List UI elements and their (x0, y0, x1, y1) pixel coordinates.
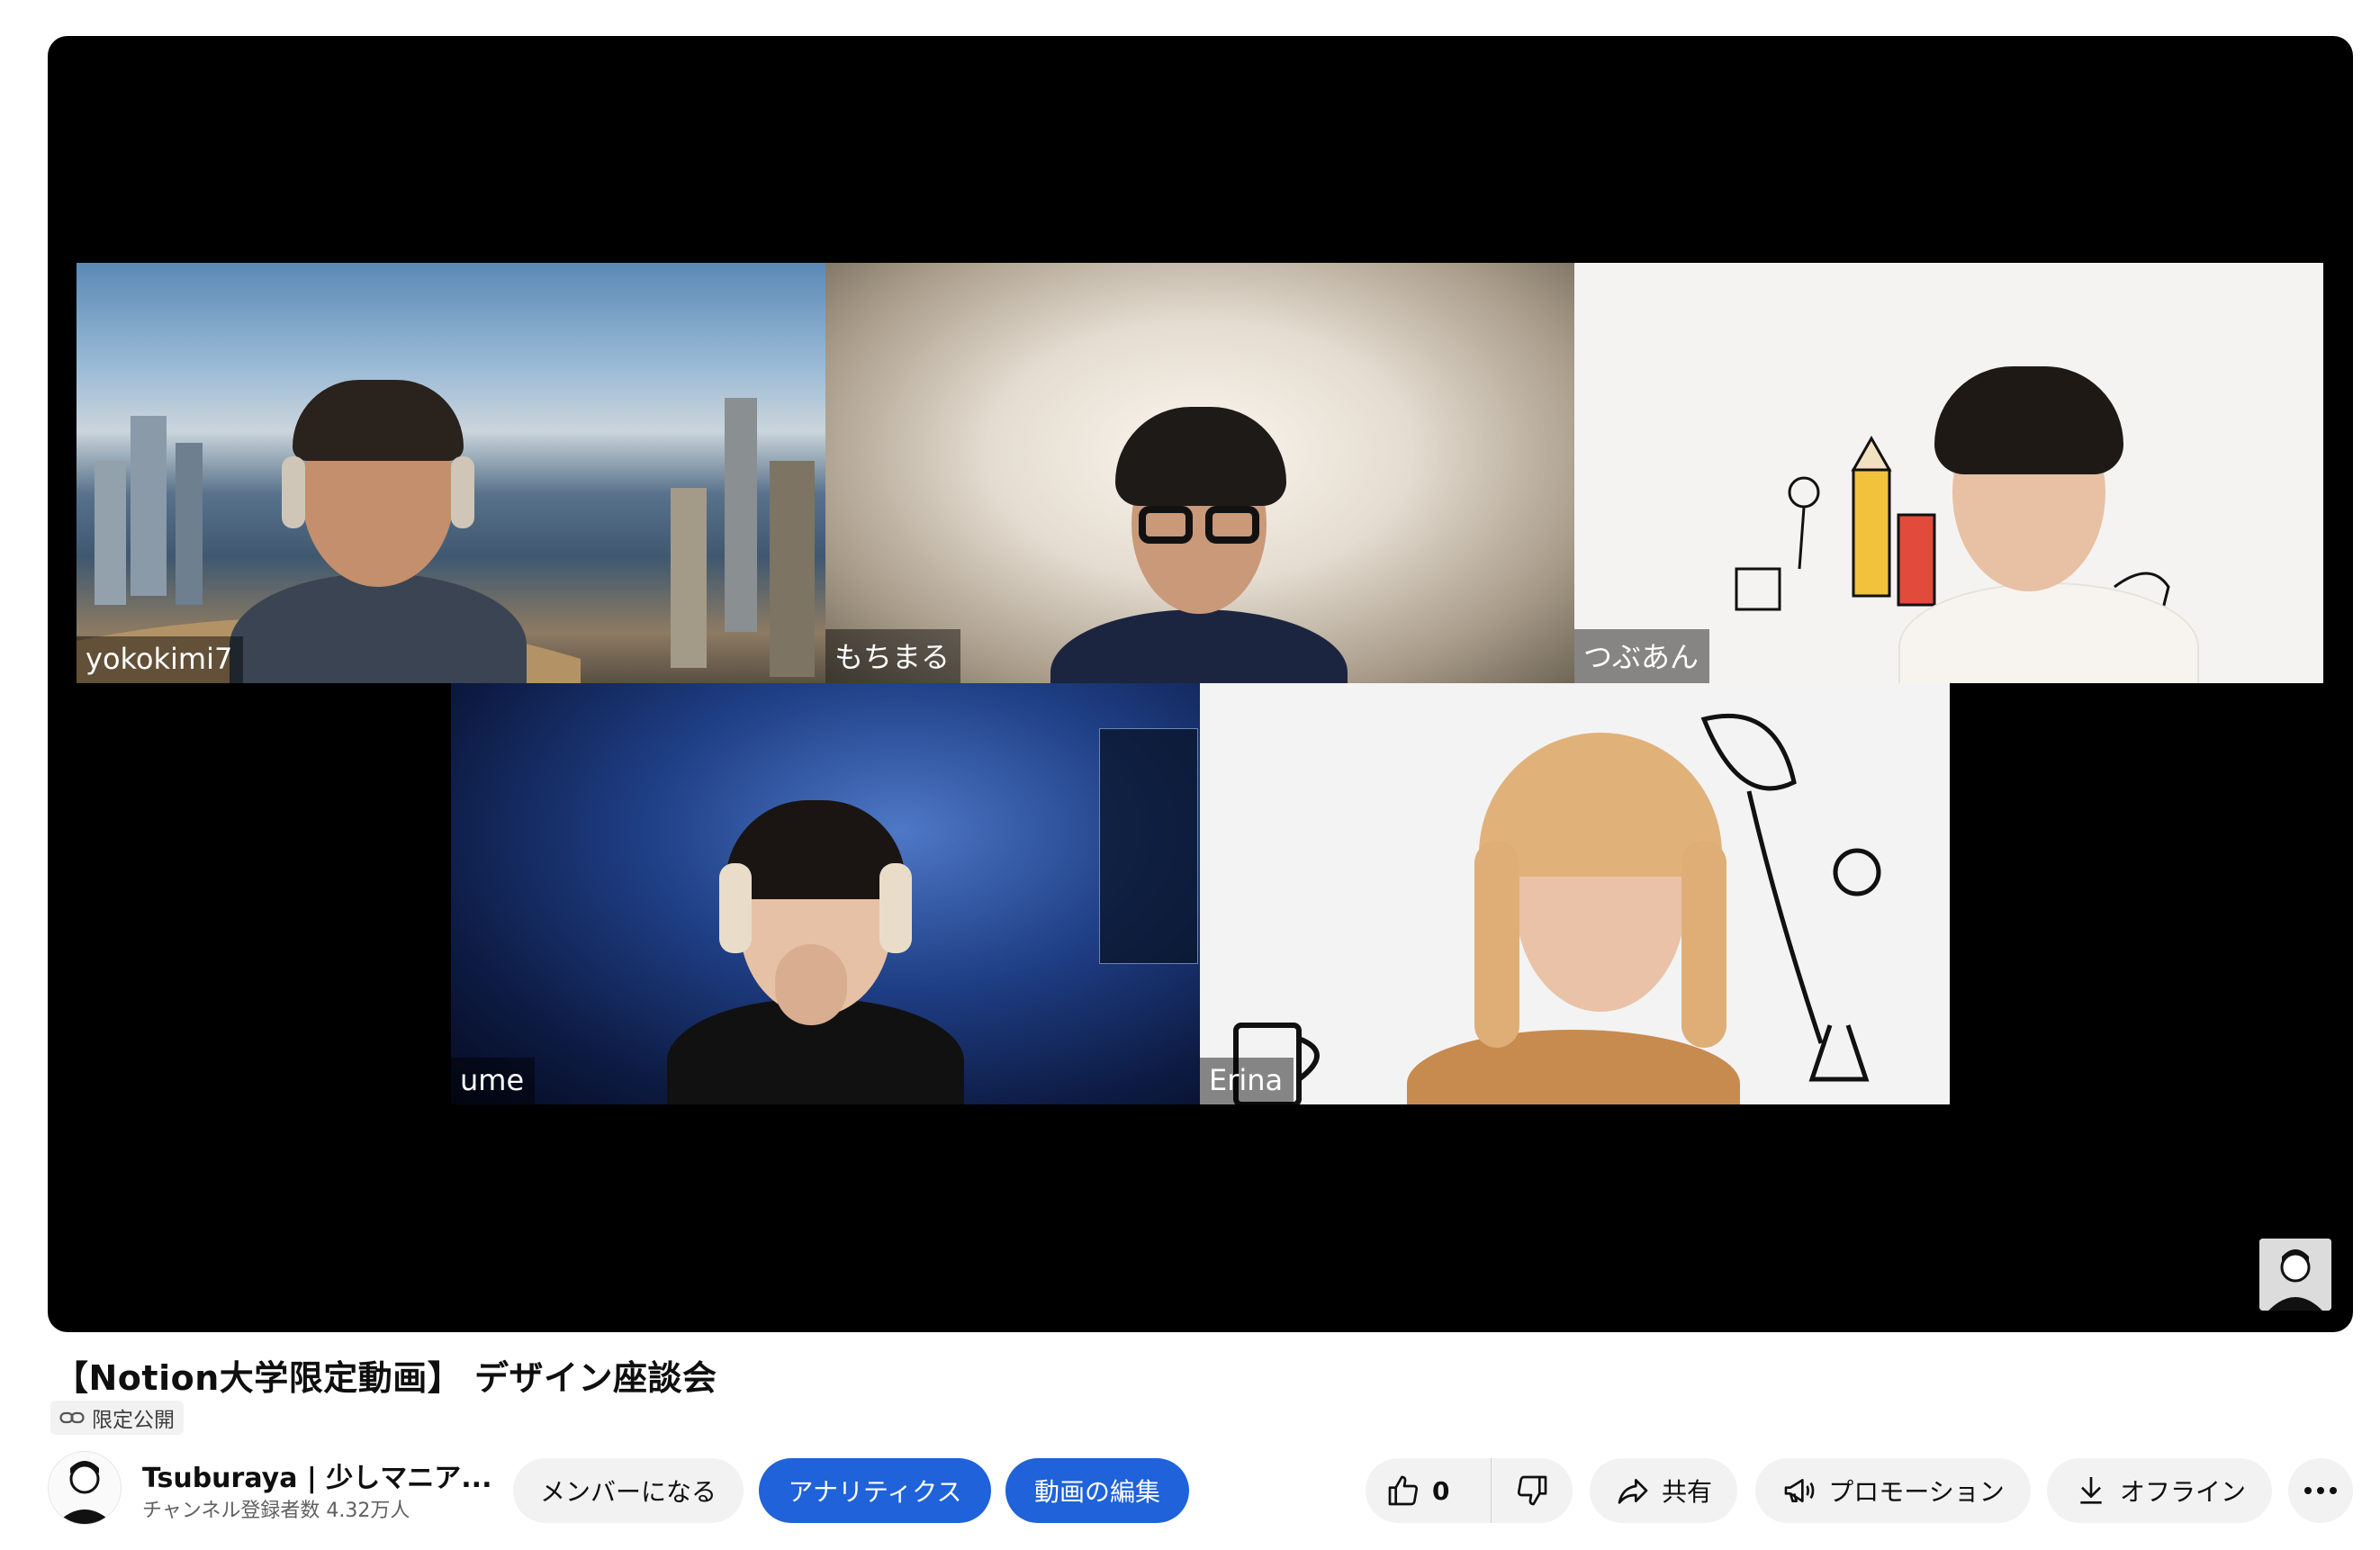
avatar (49, 1452, 121, 1524)
join-membership-button[interactable]: メンバーになる (513, 1458, 744, 1523)
more-icon (2304, 1487, 2337, 1494)
participant-name: もちまる (825, 629, 961, 683)
dislike-button[interactable] (1492, 1458, 1573, 1523)
participant-name: ume (451, 1058, 536, 1104)
privacy-badge: 限定公開 (50, 1401, 184, 1435)
share-button[interactable]: 共有 (1590, 1458, 1737, 1523)
promotion-button[interactable]: プロモーション (1755, 1458, 2031, 1523)
offline-download-button[interactable]: オフライン (2047, 1458, 2272, 1523)
thumbs-up-icon (1388, 1475, 1419, 1506)
participant-tile-ume: ume (451, 683, 1200, 1104)
share-label: 共有 (1661, 1477, 1712, 1507)
person-silhouette-icon (2259, 1239, 2331, 1311)
channel-name[interactable]: Tsuburaya | 少しマニア... (142, 1455, 491, 1495)
channel-watermark[interactable] (2259, 1239, 2331, 1311)
video-player[interactable]: yokokimi7 もちまる つぶあん ume Erina (48, 36, 2353, 1332)
game-menu-overlay (1099, 728, 1198, 964)
share-icon (1618, 1479, 1648, 1504)
like-count: 0 (1432, 1475, 1450, 1506)
participant-tile-tsubuan: つぶあん (1574, 263, 2323, 683)
participant-name: つぶあん (1574, 629, 1710, 683)
participant-name: Erina (1200, 1058, 1294, 1104)
more-actions-button[interactable] (2288, 1458, 2353, 1523)
download-icon (2080, 1477, 2102, 1504)
participant-tile-yokokimi7: yokokimi7 (77, 263, 825, 683)
edit-video-button[interactable]: 動画の編集 (1005, 1458, 1189, 1523)
video-title: 【Notion大学限定動画】 デザイン座談会 (54, 1358, 717, 1398)
like-button[interactable]: 0 (1366, 1458, 1492, 1523)
offline-label: オフライン (2119, 1477, 2246, 1507)
channel-avatar[interactable] (48, 1451, 122, 1525)
participant-tile-mochimaru: もちまる (825, 263, 1574, 683)
like-dislike-group: 0 (1366, 1458, 1573, 1523)
promotion-label: プロモーション (1828, 1477, 2005, 1507)
join-membership-label: メンバーになる (539, 1477, 717, 1507)
analytics-button[interactable]: アナリティクス (759, 1458, 991, 1523)
participant-name: yokokimi7 (77, 636, 244, 683)
analytics-label: アナリティクス (788, 1477, 962, 1507)
edit-video-label: 動画の編集 (1033, 1477, 1160, 1507)
thumbs-down-icon (1517, 1475, 1547, 1506)
megaphone-icon (1784, 1479, 1815, 1502)
subscriber-count: チャンネル登録者数 4.32万人 (142, 1500, 410, 1522)
privacy-label: 限定公開 (92, 1409, 175, 1432)
link-icon (59, 1411, 85, 1424)
participant-tile-erina: Erina (1200, 683, 1950, 1104)
